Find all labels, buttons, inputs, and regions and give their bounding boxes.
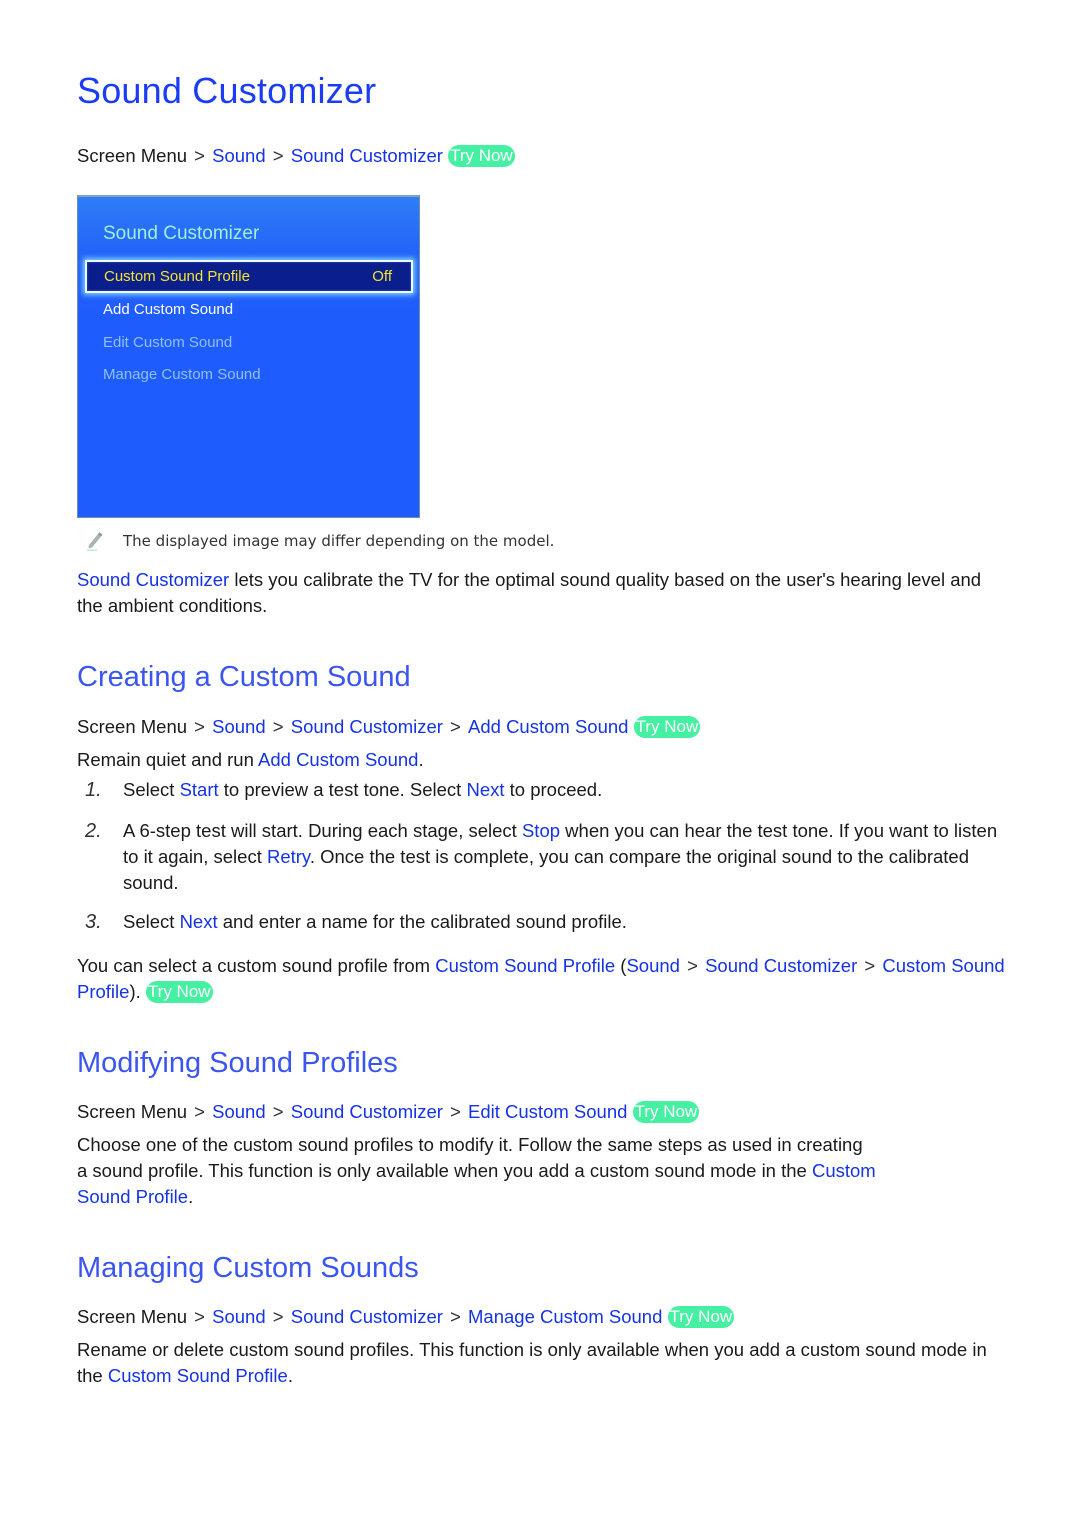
- menu-screenshot: Sound Customizer Custom Sound Profile Of…: [77, 195, 420, 518]
- chevron-right-icon: >: [189, 145, 211, 166]
- step-item: 1. Select Start to preview a test tone. S…: [85, 779, 603, 801]
- breadcrumb: Screen Menu > Sound > Sound Customizer >…: [77, 1306, 735, 1328]
- link-custom-sound-profile[interactable]: Custom Sound Profile: [435, 955, 615, 976]
- link-stop[interactable]: Stop: [522, 820, 560, 841]
- breadcrumb-link-sound[interactable]: Sound: [212, 145, 266, 166]
- chevron-right-icon: >: [189, 1306, 211, 1327]
- breadcrumb-link-edit-custom-sound[interactable]: Edit Custom Sound: [468, 1101, 627, 1122]
- breadcrumb: Screen Menu > Sound > Sound Customizer >…: [77, 1101, 700, 1123]
- note-text: The displayed image may differ depending…: [123, 532, 555, 550]
- breadcrumb-link-sound[interactable]: Sound: [212, 1306, 266, 1327]
- link-custom-sound-profile[interactable]: Sound Profile: [77, 1186, 188, 1207]
- chevron-right-icon: >: [859, 955, 881, 976]
- pencil-icon: [87, 532, 103, 551]
- followup-paragraph: You can select a custom sound profile fr…: [77, 955, 1005, 1003]
- link-next[interactable]: Next: [466, 779, 504, 800]
- chevron-right-icon: >: [681, 955, 704, 976]
- try-now-button[interactable]: Try Now: [667, 1306, 735, 1328]
- breadcrumb: Screen Menu > Sound > Sound Customizer >…: [77, 716, 701, 738]
- menu-item-add-custom-sound[interactable]: Add Custom Sound: [103, 301, 233, 318]
- chevron-right-icon: >: [267, 1101, 289, 1122]
- menu-item-manage-custom-sound: Manage Custom Sound: [103, 366, 261, 383]
- link-add-custom-sound[interactable]: Add Custom Sound: [258, 749, 418, 770]
- try-now-button[interactable]: Try Now: [145, 981, 213, 1003]
- link-custom-sound-profile[interactable]: Custom Sound Profile: [108, 1365, 288, 1386]
- breadcrumb-link-sound-customizer[interactable]: Sound Customizer: [291, 716, 443, 737]
- link-start[interactable]: Start: [180, 779, 219, 800]
- link-next[interactable]: Next: [180, 911, 218, 932]
- breadcrumb-link-sound-customizer[interactable]: Sound Customizer: [291, 1306, 443, 1327]
- breadcrumb-link-add-custom-sound[interactable]: Add Custom Sound: [468, 716, 628, 737]
- chevron-right-icon: >: [444, 716, 467, 737]
- chevron-right-icon: >: [444, 1101, 467, 1122]
- breadcrumb-link-sound[interactable]: Sound: [212, 1101, 266, 1122]
- menu-item-value: Off: [372, 268, 392, 285]
- note: The displayed image may differ depending…: [86, 531, 554, 551]
- link-custom-sound-profile[interactable]: Custom: [812, 1160, 876, 1181]
- link-retry[interactable]: Retry: [267, 846, 310, 867]
- step-item: 3. Select Next and enter a name for the c…: [85, 911, 627, 933]
- chevron-right-icon: >: [267, 1306, 289, 1327]
- try-now-button[interactable]: Try Now: [632, 1101, 700, 1123]
- chevron-right-icon: >: [189, 716, 211, 737]
- breadcrumb-link-sound-customizer[interactable]: Sound Customizer: [291, 1101, 443, 1122]
- modifying-paragraph: Choose one of the custom sound profiles …: [77, 1134, 876, 1207]
- menu-item-edit-custom-sound: Edit Custom Sound: [103, 334, 233, 351]
- link-sound[interactable]: Sound: [626, 955, 680, 976]
- step-item: 2. A 6-step test will start. During each …: [85, 820, 998, 893]
- managing-paragraph: Rename or delete custom sound profiles. …: [77, 1339, 987, 1386]
- breadcrumb: Screen Menu > Sound > Sound Customizer T…: [77, 144, 515, 168]
- chevron-right-icon: >: [267, 716, 289, 737]
- breadcrumb-link-sound[interactable]: Sound: [212, 716, 266, 737]
- intro-paragraph: Sound Customizer lets you calibrate the …: [77, 569, 982, 616]
- try-now-button[interactable]: Try Now: [448, 145, 515, 167]
- section-heading-managing: Managing Custom Sounds: [77, 1252, 419, 1284]
- chevron-right-icon: >: [267, 145, 289, 166]
- menu-item-custom-sound-profile[interactable]: Custom Sound Profile Off: [85, 260, 413, 293]
- menu-title: Sound Customizer: [103, 223, 260, 244]
- breadcrumb-root: Screen Menu: [77, 145, 188, 166]
- breadcrumb-link-sound-customizer[interactable]: Sound Customizer: [291, 145, 443, 166]
- link-sound-customizer[interactable]: Sound Customizer: [77, 569, 229, 590]
- try-now-button[interactable]: Try Now: [633, 716, 701, 738]
- page-title: Sound Customizer: [77, 70, 377, 111]
- chevron-right-icon: >: [444, 1306, 467, 1327]
- lead-paragraph: Remain quiet and run Add Custom Sound.: [77, 749, 424, 770]
- menu-item-label: Custom Sound Profile: [104, 268, 250, 285]
- section-heading-modifying: Modifying Sound Profiles: [77, 1047, 398, 1079]
- link-sound-customizer[interactable]: Sound Customizer: [705, 955, 857, 976]
- chevron-right-icon: >: [189, 1101, 211, 1122]
- section-heading-creating: Creating a Custom Sound: [77, 661, 411, 693]
- breadcrumb-link-manage-custom-sound[interactable]: Manage Custom Sound: [468, 1306, 662, 1327]
